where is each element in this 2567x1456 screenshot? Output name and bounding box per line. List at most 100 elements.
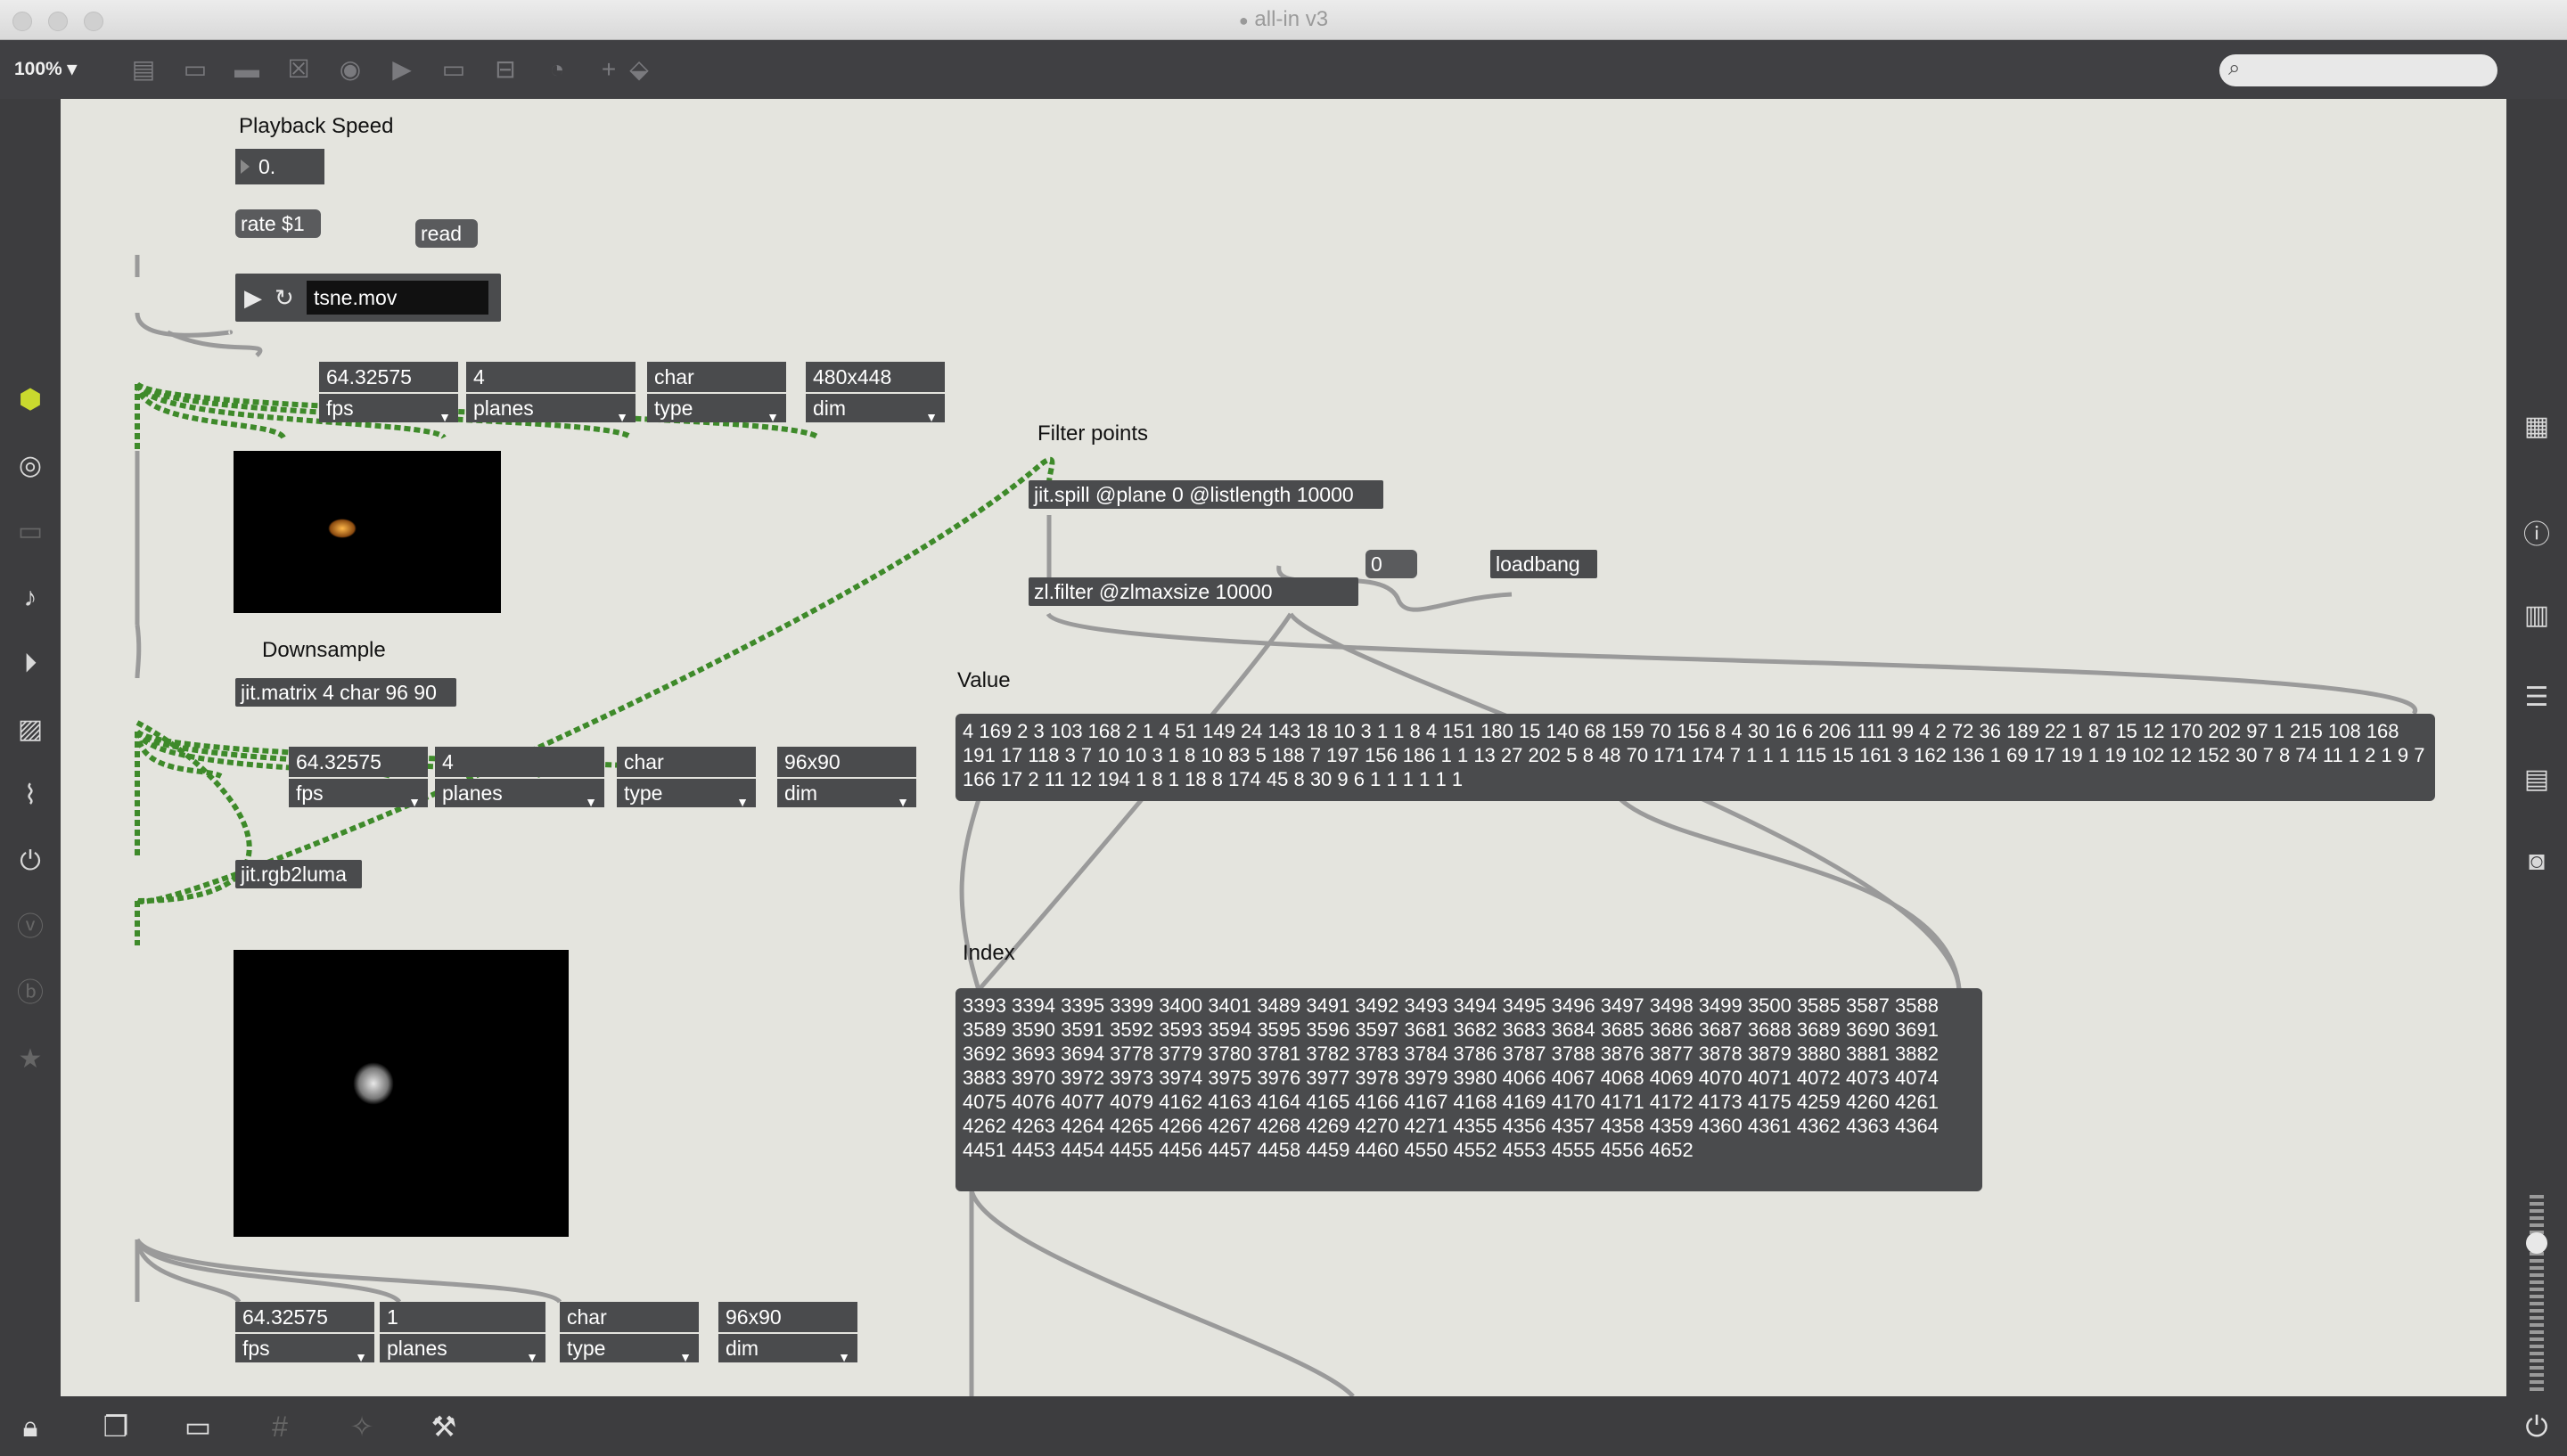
slider-icon[interactable]: ⊟ [490,54,521,85]
dim-attribute[interactable]: 96x90 dim ▼ [718,1302,857,1364]
zoom-slider[interactable] [2530,1195,2544,1391]
info-icon[interactable]: ⓘ [2519,518,2555,553]
play-icon[interactable]: ▶ [244,282,262,313]
fps-name[interactable]: fps ▼ [235,1334,374,1364]
planes-name[interactable]: planes ▼ [435,779,604,809]
planes-value: 4 [466,362,636,392]
cube-icon[interactable]: ⬢ [12,382,48,418]
target-icon[interactable]: ◎ [12,448,48,484]
list-icon[interactable]: ☰ [2519,680,2555,716]
vimeo-icon[interactable]: ⓥ [12,910,48,945]
type-name[interactable]: type ▼ [617,779,756,809]
bottom-toolbar: 🔒︎ ❐ ▭ # ✧ ⚒ ⏻ [0,1396,2567,1456]
index-label: Index [963,941,1015,965]
jit-rgb2luma-object[interactable]: jit.rgb2luma [235,860,362,888]
type-value: char [560,1302,699,1332]
windows-icon[interactable]: ❐ [98,1409,134,1444]
type-name[interactable]: type ▼ [560,1334,699,1364]
planes-attribute[interactable]: 4 planes ▼ [435,747,604,809]
dropdown-icon: ▼ [526,1350,538,1364]
dropdown-icon: ▼ [838,1350,850,1364]
dim-name[interactable]: dim ▼ [806,394,945,424]
paperclip-icon[interactable]: ⌇ [12,778,48,814]
comment-icon[interactable]: ▬ [232,54,262,85]
preview-blob [328,519,357,538]
preview-blob [353,1062,394,1105]
right-sidebar: ▦ ⓘ ▥ ☰ ▤ ◙ [2506,99,2567,1396]
dim-name[interactable]: dim ▼ [718,1334,857,1364]
planes-attribute[interactable]: 1 planes ▼ [380,1302,545,1364]
playback-speed-number[interactable]: 0. [235,149,324,184]
type-attribute[interactable]: char type ▼ [617,747,756,809]
downsample-label: Downsample [262,638,386,662]
index-message[interactable]: 3393 3394 3395 3399 3400 3401 3489 3491 … [955,988,1982,1191]
patching-icon[interactable]: ▭ [180,54,210,85]
fps-attribute[interactable]: 64.32575 fps ▼ [319,362,458,424]
paint-icon[interactable]: ⬙ [624,54,654,85]
number-icon[interactable]: ▶ [387,54,417,85]
zl-filter-object[interactable]: zl.filter @zlmaxsize 10000 [1029,577,1358,606]
fps-attribute[interactable]: 64.32575 fps ▼ [289,747,428,809]
add-object-icon[interactable]: + [594,54,624,85]
plug-icon[interactable]: ⏻ [12,844,48,879]
jit-matrix-object[interactable]: jit.matrix 4 char 96 90 [235,678,456,707]
dim-attribute[interactable]: 96x90 dim ▼ [777,747,916,809]
book-icon[interactable]: ▥ [2519,598,2555,634]
wand-icon[interactable]: ✧ [344,1409,380,1444]
dropdown-icon: ▼ [355,1350,367,1364]
image-icon[interactable]: ▨ [12,712,48,748]
search-field[interactable]: ⌕ [2219,54,2497,86]
star-icon[interactable]: ★ [12,1042,48,1077]
message-icon[interactable]: ▭ [439,54,469,85]
loop-icon[interactable]: ↻ [275,282,294,313]
dial-icon[interactable]: ◔ [542,54,572,85]
planes-value: 1 [380,1302,545,1332]
value-message[interactable]: 4 169 2 3 103 168 2 1 4 51 149 24 143 18… [955,714,2435,801]
toggle-icon[interactable]: ☒ [283,54,314,85]
zero-message[interactable]: 0 [1366,550,1417,578]
type-name[interactable]: type ▼ [647,394,786,424]
type-attribute[interactable]: char type ▼ [647,362,786,424]
media-icon[interactable]: ⏵ [12,646,48,682]
camera-icon[interactable]: ◙ [2519,844,2555,879]
search-icon: ⌕ [2228,56,2241,80]
wrench-icon[interactable]: ⚒ [426,1409,462,1444]
reference-icon[interactable]: ▤ [2519,762,2555,798]
type-value: char [647,362,786,392]
grid-icon[interactable]: # [262,1409,298,1444]
type-attribute[interactable]: char type ▼ [560,1302,699,1364]
rate-message[interactable]: rate $1 [235,209,321,238]
filter-points-label: Filter points [1037,421,1149,446]
bpatcher-icon[interactable]: ⓑ [12,976,48,1011]
planes-attribute[interactable]: 4 planes ▼ [466,362,636,424]
button-icon[interactable]: ◉ [335,54,365,85]
dim-attribute[interactable]: 480x448 dim ▼ [806,362,945,424]
loadbang-object[interactable]: loadbang [1490,550,1597,578]
note-icon[interactable]: ♪ [12,580,48,616]
movie-player[interactable]: ▶ ↻ tsne.mov [235,274,501,322]
zoom-selector[interactable]: 100% ▾ [14,58,77,80]
lock-icon[interactable]: 🔒︎ [12,1409,48,1444]
dropdown-icon: ▼ [679,1350,692,1364]
zoom-slider-thumb[interactable] [2526,1232,2547,1254]
planes-name[interactable]: planes ▼ [380,1334,545,1364]
jit-spill-object[interactable]: jit.spill @plane 0 @listlength 10000 [1029,480,1383,509]
fps-attribute[interactable]: 64.32575 fps ▼ [235,1302,374,1364]
max-patch-icon: ● [1238,12,1249,29]
dim-value: 96x90 [777,747,916,777]
fps-name[interactable]: fps ▼ [319,394,458,424]
fps-name[interactable]: fps ▼ [289,779,428,809]
patcher-canvas[interactable]: Playback Speed 0. rate $1 read ▶ ↻ tsne.… [61,99,2506,1396]
read-message[interactable]: read [415,219,478,248]
dropdown-icon: ▼ [616,410,628,424]
presentation-icon[interactable]: ▤ [128,54,159,85]
dim-name[interactable]: dim ▼ [777,779,916,809]
presentation-icon[interactable]: ▭ [180,1409,216,1444]
number-arrow-icon [241,160,250,174]
movie-filename[interactable]: tsne.mov [307,281,488,315]
device-icon[interactable]: ▭ [12,514,48,550]
grid-icon[interactable]: ▦ [2519,409,2555,445]
power-icon[interactable]: ⏻ [2519,1409,2555,1444]
dim-value: 480x448 [806,362,945,392]
planes-name[interactable]: planes ▼ [466,394,636,424]
